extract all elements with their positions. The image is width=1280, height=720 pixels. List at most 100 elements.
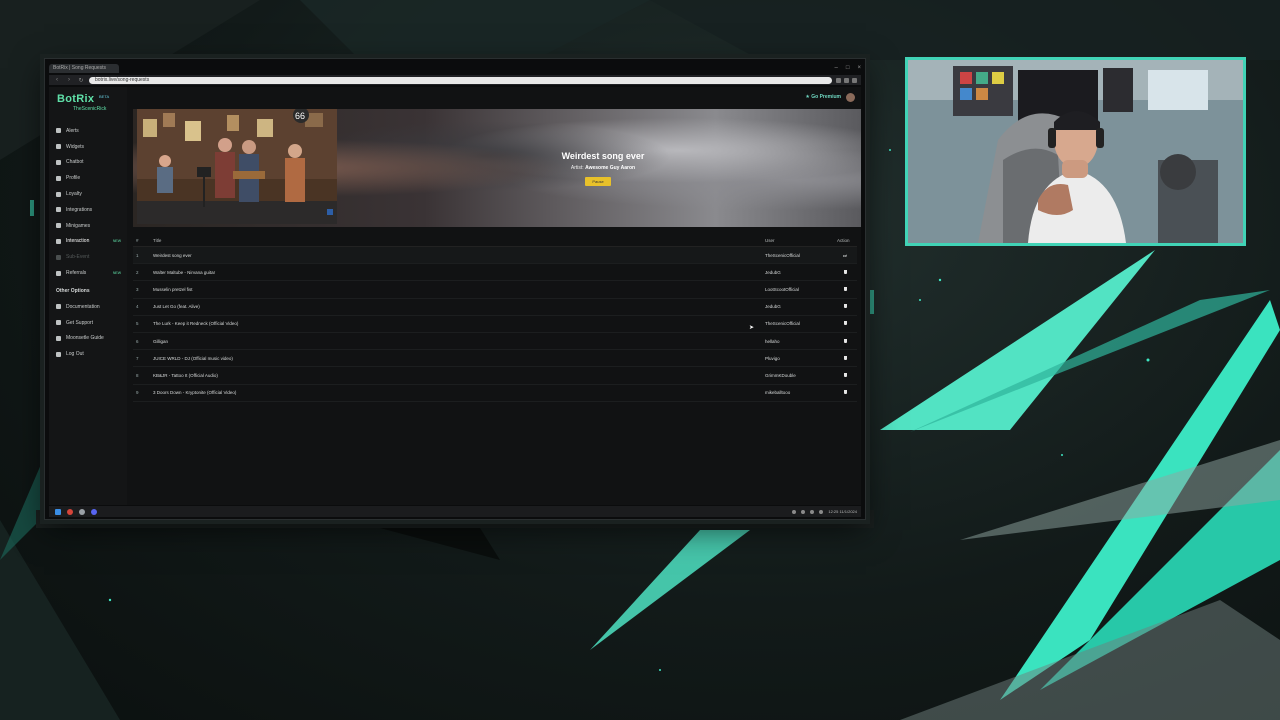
requester-name: hellaho — [765, 338, 780, 344]
song-title: The Lurk - Keep it Redneck (Official Vid… — [153, 321, 239, 327]
sidebar-item-label: Get Support — [66, 319, 93, 326]
sidebar-nav: Alerts Widgets Chatbot Profile Loyalty I… — [49, 123, 127, 362]
app-header: ★ Go Premium — [49, 87, 861, 107]
volume-icon[interactable] — [810, 509, 815, 514]
browser-tab-strip: BotRix | Song Requests – □ × — [49, 63, 861, 73]
tray-icon[interactable] — [801, 509, 806, 514]
sidebar-item-referrals[interactable]: Referrals NEW — [49, 265, 127, 281]
sidebar-item-minigames[interactable]: Minigames — [49, 218, 127, 234]
video-thumbnail[interactable]: 66 — [137, 109, 337, 224]
row-number: 5 — [136, 321, 139, 327]
extension-icon[interactable] — [852, 77, 857, 83]
back-icon[interactable]: ‹ — [53, 77, 61, 83]
sidebar-item-integrations[interactable]: Integrations — [49, 202, 127, 218]
close-icon[interactable]: × — [857, 65, 861, 71]
trash-icon[interactable] — [837, 321, 857, 326]
other-options-heading: Other Options — [56, 288, 90, 295]
sidebar-item-guide[interactable]: Moonsetle Guide — [49, 331, 127, 347]
browser-tab[interactable]: BotRix | Song Requests — [49, 63, 119, 73]
browser-app-icon[interactable] — [67, 508, 73, 515]
table-row[interactable]: 1 Weirdest song ever TheScenicOfficial ⏭ — [133, 247, 857, 265]
sidebar-item-label: Referrals — [66, 270, 87, 277]
column-header-user[interactable]: User — [765, 238, 837, 243]
sidebar-item-label: Loyalty — [66, 191, 82, 198]
trash-icon[interactable] — [837, 269, 857, 275]
sidebar-item-log-out[interactable]: Log Out — [49, 346, 127, 362]
sidebar-item-alerts[interactable]: Alerts — [49, 123, 127, 139]
sidebar-item-loyalty[interactable]: Loyalty — [49, 186, 127, 202]
trash-icon[interactable] — [837, 338, 857, 344]
discord-app-icon[interactable] — [91, 508, 97, 515]
table-row[interactable]: 8 KB&JR - Tattoo It (Official Audio) Gri… — [133, 367, 857, 385]
user-icon — [56, 175, 61, 181]
robot-icon — [56, 159, 61, 165]
trash-icon[interactable] — [837, 390, 857, 395]
sidebar-item-widgets[interactable]: Widgets — [49, 139, 127, 155]
browser-window: BotRix | Song Requests – □ × ‹ › ↻ botri… — [44, 58, 866, 520]
webcam-feed — [905, 57, 1246, 246]
sidebar-item-get-support[interactable]: Get Support — [49, 315, 127, 331]
avatar[interactable] — [846, 92, 855, 102]
settings-app-icon[interactable] — [79, 508, 85, 515]
trash-icon[interactable] — [837, 304, 857, 309]
table-row[interactable]: 4 Just Let Go (feat. Alive) JedubG — [133, 299, 857, 316]
table-row[interactable]: 2 Walter Maltube - Nirvana guitar JedubG — [133, 264, 857, 282]
band-performance-image: 66 — [137, 109, 337, 224]
maximize-icon[interactable]: □ — [846, 65, 850, 71]
mouse-cursor-icon: ➤ — [749, 325, 755, 331]
trash-icon[interactable] — [837, 355, 857, 361]
table-row[interactable]: 9 3 Doors Down - Kryptonite (Official Vi… — [133, 385, 857, 402]
pause-button[interactable]: Pause — [585, 177, 611, 186]
book-icon — [56, 304, 61, 310]
song-title: Just Let Go (feat. Alive) — [153, 304, 200, 310]
sidebar-item-label: Moonsetle Guide — [66, 335, 104, 342]
window-controls: – □ × — [835, 65, 861, 71]
extension-icon[interactable] — [836, 77, 841, 83]
now-playing-artist: Artist: Awesome Guy Aaron — [553, 165, 653, 171]
song-title: Walter Maltube - Nirvana guitar — [153, 269, 216, 275]
sidebar-item-chatbot[interactable]: Chatbot — [49, 155, 127, 171]
sidebar-item-label: Interaction — [66, 238, 90, 245]
song-title: KB&JR - Tattoo It (Official Audio) — [153, 372, 218, 378]
requester-name: JedubG — [765, 269, 781, 275]
minimize-icon[interactable]: – — [835, 65, 838, 71]
clock-time: 12:25 — [828, 509, 839, 514]
clock-date: 11/1/2024 — [839, 509, 858, 514]
refresh-icon[interactable]: ↻ — [77, 77, 85, 84]
table-row[interactable]: 6 Gilligan hellaho — [133, 333, 857, 351]
table-row[interactable]: 3 Musselin pretzel fist LootScootOfficia… — [133, 281, 857, 299]
song-title: Gilligan — [153, 338, 169, 344]
sidebar-item-label: Integrations — [66, 206, 93, 213]
now-playing-banner: 66 Weirdest song ever Artist: Awesome Gu… — [133, 109, 861, 227]
trash-icon[interactable] — [837, 372, 857, 378]
sidebar-item-profile[interactable]: Profile — [49, 170, 127, 186]
sidebar-item-label: Alerts — [66, 127, 79, 134]
address-bar[interactable]: botrix.live/song-requests — [89, 76, 832, 84]
table-row[interactable]: 7 JUICE WRLD - DJ (Official music video)… — [133, 350, 857, 368]
requester-name: JedubG — [765, 304, 781, 310]
skip-icon[interactable]: ⏭ — [837, 253, 857, 258]
extension-icon[interactable] — [844, 77, 849, 83]
requester-name: TheScenicOfficial — [765, 321, 800, 327]
tray-icon[interactable] — [792, 509, 797, 514]
clock[interactable]: 12:25 11/1/2024 — [828, 509, 857, 514]
sidebar-item-label: Profile — [66, 175, 81, 182]
forward-icon[interactable]: › — [65, 77, 73, 83]
artist-name: Awesome Guy Aaron — [585, 165, 636, 171]
song-title: Weirdest song ever — [153, 252, 192, 258]
go-premium-link[interactable]: ★ Go Premium — [805, 94, 841, 100]
network-icon[interactable] — [819, 509, 824, 514]
new-badge: NEW — [112, 239, 121, 244]
column-header-title[interactable]: Title — [151, 238, 765, 243]
start-menu-icon[interactable] — [55, 508, 61, 515]
sidebar-item-interaction[interactable]: Interaction NEW — [49, 234, 127, 250]
trash-icon[interactable] — [837, 286, 857, 292]
sidebar-item-sub-event[interactable]: Sub-Event — [49, 249, 127, 265]
sidebar-item-documentation[interactable]: Documentation — [49, 299, 127, 315]
users-icon — [56, 270, 61, 276]
column-header-number: # — [136, 238, 139, 243]
row-number: 7 — [136, 355, 139, 361]
botrix-app: BotRix BETA TheScenicRick Alerts Widgets… — [49, 87, 861, 505]
table-header: # Title User Action — [133, 235, 857, 247]
coin-icon — [56, 191, 61, 197]
